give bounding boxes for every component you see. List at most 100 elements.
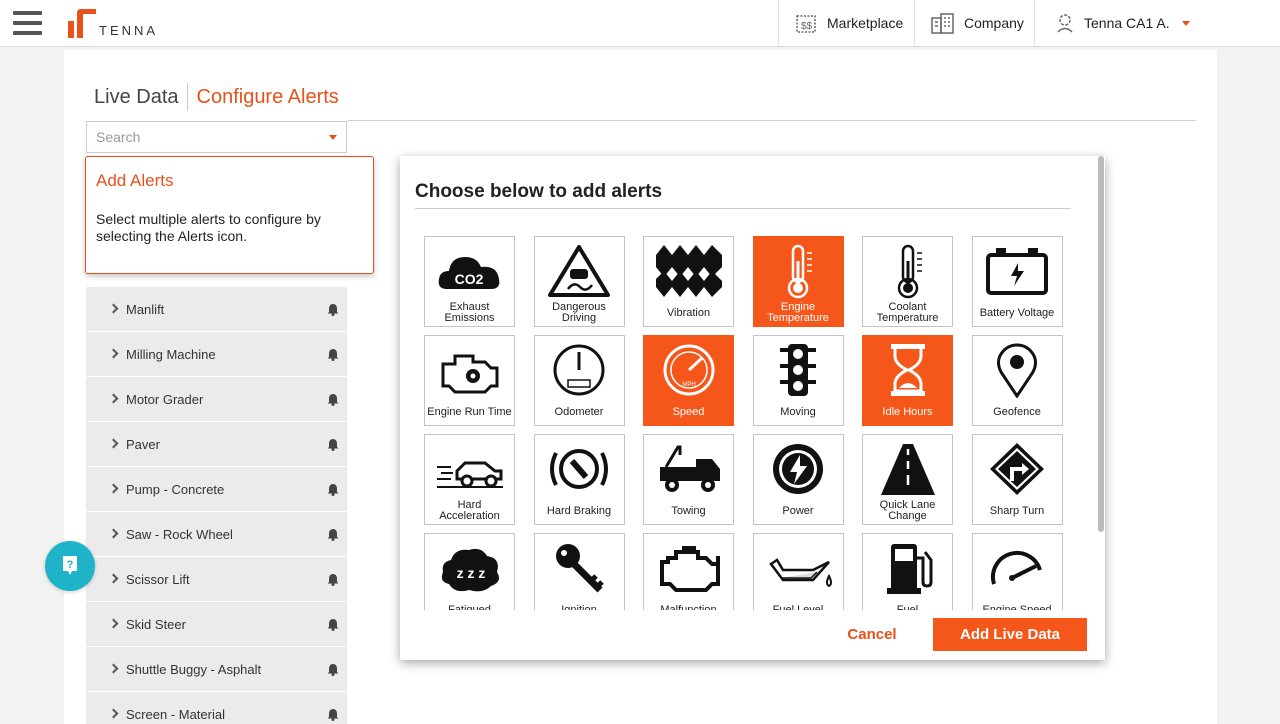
chevron-right-icon — [108, 528, 119, 539]
fuel-pump-icon — [863, 538, 952, 598]
bell-icon[interactable] — [327, 348, 339, 364]
alert-tile[interactable]: Hard Acceleration — [424, 434, 515, 525]
building-icon — [930, 12, 956, 34]
nav-company[interactable]: Company — [914, 0, 1035, 46]
alert-tile-label: Sharp Turn — [989, 504, 1045, 517]
logo-text: TENNA — [99, 23, 159, 38]
marketplace-label: Marketplace — [827, 15, 904, 31]
alert-tile[interactable]: Towing — [643, 434, 734, 525]
bell-icon[interactable] — [327, 393, 339, 409]
alert-tile[interactable]: MPH Speed — [643, 335, 734, 426]
tab-configure-alerts[interactable]: Configure Alerts — [188, 83, 339, 111]
alert-tile[interactable]: z z z Fatigued — [424, 533, 515, 610]
alert-tile[interactable]: Fuel — [862, 533, 953, 610]
list-item[interactable]: Skid Steer — [86, 602, 347, 647]
search-placeholder: Search — [96, 129, 141, 145]
alert-tile[interactable]: Odometer — [533, 335, 625, 426]
chevron-right-icon — [108, 348, 119, 359]
list-item-label: Saw - Rock Wheel — [126, 526, 233, 542]
alert-tile[interactable]: Dangerous Driving — [533, 236, 625, 327]
search-dropdown[interactable]: Search — [86, 121, 347, 153]
tab-live-data[interactable]: Live Data — [94, 83, 188, 111]
alert-tile[interactable]: Power — [752, 434, 844, 525]
chevron-right-icon — [108, 708, 119, 719]
tab-bar: Live Data Configure Alerts — [94, 83, 339, 111]
list-item[interactable]: Paver — [86, 422, 347, 467]
list-item-label: Motor Grader — [126, 391, 204, 407]
alert-tile[interactable]: Battery Voltage — [971, 236, 1063, 327]
list-item[interactable]: Motor Grader — [86, 377, 347, 422]
alert-tile[interactable]: Engine Temperature — [752, 236, 844, 327]
bell-icon[interactable] — [327, 303, 339, 319]
alert-tile-label: Battery Voltage — [979, 306, 1055, 319]
bell-icon[interactable] — [327, 483, 339, 499]
alert-tile-label: Hard Acceleration — [439, 499, 500, 522]
alert-tile[interactable]: Malfunction — [643, 533, 734, 610]
nav-marketplace[interactable]: $$ Marketplace — [778, 0, 915, 46]
list-item[interactable]: Screen - Material — [86, 692, 347, 724]
list-item-label: Shuttle Buggy - Asphalt — [126, 661, 262, 677]
help-icon: ? — [63, 556, 77, 575]
alert-tile-label: Towing — [671, 504, 706, 517]
bell-icon[interactable] — [327, 528, 339, 544]
alert-tile[interactable]: Idle Hours — [862, 335, 953, 426]
alert-tile[interactable]: Engine Run Time — [424, 335, 515, 426]
bell-icon[interactable] — [327, 663, 339, 679]
bell-icon[interactable] — [327, 618, 339, 634]
list-item-label: Manlift — [126, 301, 165, 317]
odometer-icon — [535, 340, 624, 400]
list-item[interactable]: Milling Machine — [86, 332, 347, 377]
help-button[interactable]: ? — [45, 541, 95, 591]
chevron-down-icon — [329, 135, 337, 140]
list-item[interactable]: Pump - Concrete — [86, 467, 347, 512]
car-acceleration-icon — [425, 439, 514, 499]
chevron-right-icon — [108, 438, 119, 449]
alert-tile-label: Moving — [780, 405, 816, 418]
alert-tile-label: Dangerous Driving — [552, 301, 606, 324]
bell-icon[interactable] — [327, 708, 339, 724]
alert-tile-label: Vibration — [666, 306, 711, 319]
alert-tile-label: Engine Speed — [982, 603, 1052, 610]
tow-truck-icon — [644, 439, 733, 499]
cancel-button[interactable]: Cancel — [822, 618, 922, 651]
add-live-data-button[interactable]: Add Live Data — [933, 618, 1087, 651]
nav-user-menu[interactable]: Tenna CA1 A. — [1034, 0, 1280, 46]
alert-tile-label: Fuel — [896, 603, 919, 610]
chevron-right-icon — [108, 663, 119, 674]
alert-tile[interactable]: Vibration — [643, 236, 734, 327]
alert-tile[interactable]: Geofence — [971, 335, 1063, 426]
modal-divider — [415, 208, 1071, 209]
check-engine-icon — [644, 538, 733, 598]
list-item-label: Pump - Concrete — [126, 481, 225, 497]
thermometer-icon — [754, 241, 843, 301]
alert-tile[interactable]: CO2 Exhaust Emissions — [424, 236, 515, 327]
battery-icon — [973, 241, 1062, 301]
list-item-label: Scissor Lift — [126, 571, 190, 587]
list-item[interactable]: Saw - Rock Wheel — [86, 512, 347, 557]
coolant-thermometer-icon — [863, 241, 952, 301]
engine-icon — [425, 340, 514, 400]
alert-tile-label: Coolant Temperature — [876, 301, 939, 324]
alert-tile-label: Speed — [672, 405, 705, 418]
alert-tile-label: Odometer — [554, 405, 604, 418]
bell-icon[interactable] — [327, 573, 339, 589]
alert-tile[interactable]: Engine Speed — [971, 533, 1063, 610]
alert-tile[interactable]: Ignition — [533, 533, 625, 610]
alert-tile[interactable]: Sharp Turn — [971, 434, 1063, 525]
list-item-label: Milling Machine — [126, 346, 216, 362]
tenna-logo[interactable]: TENNA — [68, 9, 158, 39]
svg-text:?: ? — [67, 559, 74, 571]
bell-icon[interactable] — [327, 438, 339, 454]
alert-tile[interactable]: Quick Lane Change — [862, 434, 953, 525]
menu-icon[interactable] — [13, 11, 42, 36]
asset-type-list: Manlift Milling Machine Motor Grader Paver P… — [86, 287, 347, 724]
list-item[interactable]: Shuttle Buggy - Asphalt — [86, 647, 347, 692]
alert-tile-label: Power — [782, 504, 814, 517]
modal-scrollbar[interactable] — [1098, 156, 1104, 532]
list-item[interactable]: Scissor Lift — [86, 557, 347, 602]
alert-tile[interactable]: Fuel Level — [752, 533, 844, 610]
alert-tile[interactable]: Coolant Temperature — [862, 236, 953, 327]
list-item[interactable]: Manlift — [86, 287, 347, 332]
alert-tile[interactable]: Moving — [752, 335, 844, 426]
alert-tile[interactable]: Hard Braking — [533, 434, 625, 525]
